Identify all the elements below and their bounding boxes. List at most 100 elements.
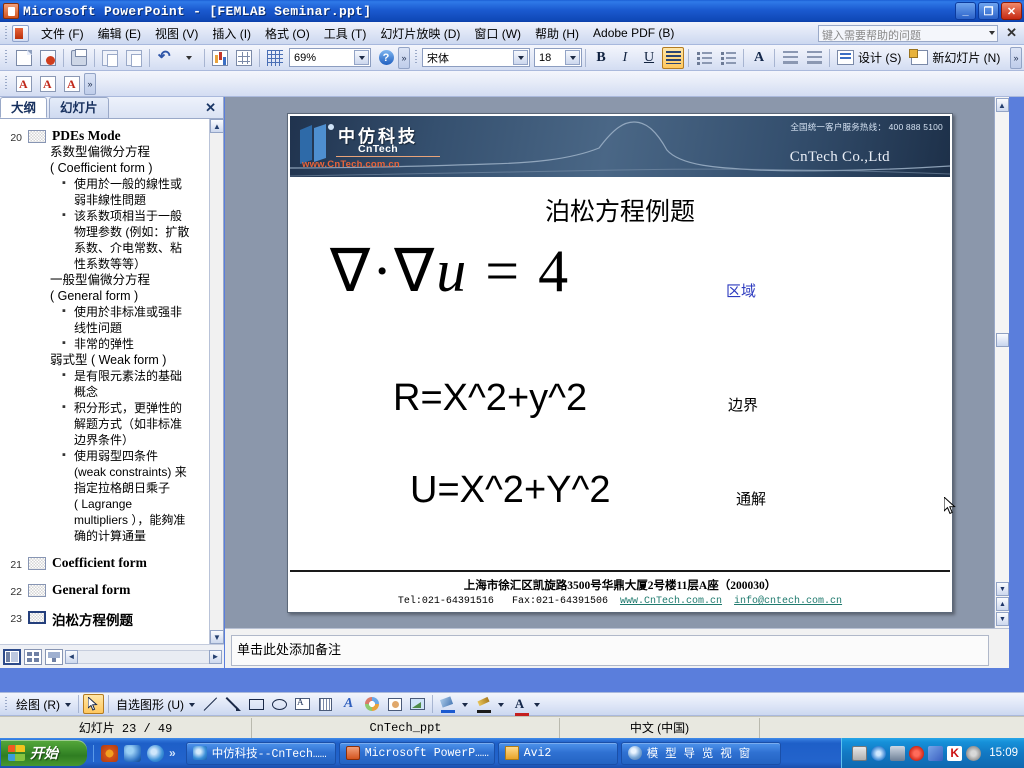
insert-chart-button[interactable]	[209, 47, 231, 69]
menu-item-edit[interactable]: 编辑 (E)	[91, 22, 148, 45]
menu-item-slideshow[interactable]: 幻灯片放映 (D)	[373, 22, 467, 45]
convert-and-email-pdf-button[interactable]	[37, 73, 59, 95]
new-slide-button[interactable]	[908, 47, 931, 69]
increase-indent-button[interactable]	[803, 47, 825, 69]
outline-line[interactable]: 指定拉格朗日乘子	[62, 480, 208, 496]
outline-line[interactable]: 线性问題	[62, 320, 208, 336]
oval-tool-button[interactable]	[269, 694, 290, 714]
slide-sorter-view-button[interactable]	[24, 648, 42, 665]
fill-color-button[interactable]	[437, 694, 458, 714]
font-size-combo[interactable]: 18	[534, 48, 582, 67]
outline-line[interactable]: 是有限元素法的基础	[62, 367, 208, 384]
chevron-down-icon[interactable]	[462, 703, 468, 707]
paste-button[interactable]	[123, 47, 145, 69]
pdf-toolbar-grip[interactable]	[2, 74, 10, 93]
insert-clipart-button[interactable]	[384, 694, 405, 714]
outline-slide-21[interactable]: 21 Coefficient form	[2, 553, 208, 571]
design-button[interactable]	[834, 47, 857, 69]
messenger-icon[interactable]	[928, 745, 944, 761]
chevron-down-icon[interactable]	[189, 703, 195, 707]
notes-input[interactable]: 单击此处添加备注	[231, 635, 989, 666]
italic-button[interactable]: I	[614, 47, 636, 69]
tab-slides[interactable]: 幻灯片	[49, 97, 109, 118]
hscroll-left-arrow-icon[interactable]: ◄	[65, 649, 78, 664]
menu-item-insert[interactable]: 插入 (I)	[205, 22, 258, 45]
menu-item-adobe-pdf[interactable]: Adobe PDF (B)	[586, 23, 681, 43]
volume-icon[interactable]	[966, 745, 982, 761]
slide-show-button[interactable]	[45, 648, 63, 665]
menu-item-file[interactable]: 文件 (F)	[34, 22, 91, 45]
outline-slide-23[interactable]: 23 泊松方程例题	[2, 607, 208, 629]
scroll-up-arrow-icon[interactable]: ▲	[210, 119, 224, 133]
chevron-down-icon[interactable]	[65, 703, 71, 707]
copy-button[interactable]	[99, 47, 121, 69]
hscroll-right-arrow-icon[interactable]: ►	[209, 649, 222, 664]
rectangle-tool-button[interactable]	[246, 694, 267, 714]
outline-content[interactable]: 20 PDEs Mode 系数型偏微分方程( Coefficient form …	[0, 119, 210, 644]
outline-line[interactable]: multipliers ），能夠准	[62, 512, 208, 528]
design-label[interactable]: 设计 (S)	[858, 49, 907, 66]
slide-thumbnail-icon[interactable]	[28, 611, 46, 624]
outline-line[interactable]: 系数型偏微分方程	[50, 144, 208, 160]
convert-to-pdf-button[interactable]	[13, 73, 35, 95]
network-icon[interactable]	[890, 745, 906, 761]
equation-solution[interactable]: U=X^2+Y^2	[410, 469, 610, 512]
slide-vertical-scrollbar[interactable]: ▲ ▼ ▲ ▼	[994, 97, 1009, 628]
help-button[interactable]: ?	[375, 47, 397, 69]
outline-line[interactable]: ( Coefficient form )	[50, 160, 208, 176]
textbox-tool-button[interactable]	[292, 694, 313, 714]
slide-footer[interactable]: 上海市徐汇区凯旋路3500号华鼎大厦2号楼11层A座（200030） Tel:0…	[290, 570, 950, 610]
outline-line[interactable]: 使用弱型四条件	[62, 447, 208, 464]
bold-button[interactable]: B	[590, 47, 612, 69]
outline-line[interactable]: 系数、介电常数、粘	[62, 240, 208, 256]
tab-outline[interactable]: 大纲	[0, 97, 48, 118]
slide-canvas[interactable]: 中仿科技 CnTech www.CnTech.com.cn 全国统一客户服务热线…	[287, 113, 956, 613]
taskbar-button[interactable]: Avi2	[497, 741, 618, 765]
outline-line[interactable]: 确的计算通量	[62, 528, 208, 544]
chevron-down-icon[interactable]	[565, 50, 580, 65]
outline-line[interactable]: 边界条件）	[62, 432, 208, 448]
outline-horizontal-scrollbar-track[interactable]	[78, 649, 209, 664]
vertical-textbox-button[interactable]	[315, 694, 336, 714]
previous-slide-button[interactable]: ▲	[996, 597, 1009, 611]
ask-a-question-input[interactable]: 键入需要帮助的问题	[818, 25, 998, 42]
outline-line[interactable]: 一般型偏微分方程	[50, 272, 208, 288]
start-button[interactable]: 开始	[1, 740, 87, 766]
line-color-button[interactable]	[473, 694, 494, 714]
outline-line[interactable]: 性系数等等）	[62, 256, 208, 272]
outline-slide-22[interactable]: 22 General form	[2, 580, 208, 598]
tray-arrow-icon[interactable]	[871, 745, 887, 761]
menubar-close-icon[interactable]: ✕	[1006, 25, 1017, 41]
taskbar-button[interactable]: 中仿科技--CnTech……	[185, 741, 336, 765]
control-menu-icon[interactable]	[12, 24, 29, 42]
menu-item-tools[interactable]: 工具 (T)	[317, 22, 374, 45]
underline-button[interactable]: U	[638, 47, 660, 69]
kaspersky-icon[interactable]: K	[947, 745, 963, 761]
autoshapes-menu-button[interactable]: 自选图形 (U)	[112, 696, 186, 713]
outline-vertical-scrollbar[interactable]: ▲ ▼	[209, 119, 224, 644]
select-objects-button[interactable]	[83, 694, 104, 714]
outline-line[interactable]: 使用於非标准或强非	[62, 303, 208, 320]
taskbar-button[interactable]: Microsoft PowerP……	[338, 741, 495, 765]
close-button[interactable]: ✕	[1001, 2, 1022, 20]
outline-line[interactable]: 概念	[62, 384, 208, 400]
equation-boundary[interactable]: R=X^2+y^2	[393, 377, 587, 420]
browser-icon[interactable]	[124, 744, 141, 762]
show-grid-button[interactable]	[264, 47, 286, 69]
outline-line[interactable]: 非常的弹性	[62, 335, 208, 352]
menu-item-view[interactable]: 视图 (V)	[148, 22, 205, 45]
media-player-icon[interactable]	[101, 744, 118, 762]
print-button[interactable]	[68, 47, 90, 69]
drawing-toolbar-grip[interactable]	[2, 695, 10, 714]
slide-thumbnail-icon[interactable]	[28, 130, 46, 143]
label-boundary[interactable]: 边界	[728, 394, 758, 415]
pdf-review-button[interactable]	[61, 73, 83, 95]
minimize-button[interactable]: _	[955, 2, 976, 20]
outline-line[interactable]: 该系数项相当于一般	[62, 207, 208, 224]
outline-line[interactable]: 弱式型 ( Weak form )	[50, 352, 208, 368]
restore-button[interactable]: ❐	[978, 2, 999, 20]
formatting-toolbar-grip[interactable]	[412, 48, 420, 67]
chevron-down-icon[interactable]	[513, 50, 528, 65]
outline-line[interactable]: ( General form )	[50, 288, 208, 304]
scroll-down-arrow-icon[interactable]: ▼	[210, 630, 224, 644]
